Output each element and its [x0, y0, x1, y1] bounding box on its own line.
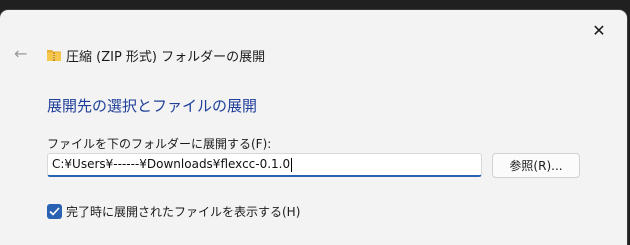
show-files-checkbox[interactable]	[47, 204, 62, 219]
text-caret	[291, 157, 293, 172]
section-heading: 展開先の選択とファイルの展開	[47, 97, 258, 115]
close-icon[interactable]: ✕	[583, 16, 615, 44]
browse-button[interactable]: 参照(R)...	[492, 153, 580, 178]
dialog-header: ← 圧縮 (ZIP 形式) フォルダーの展開	[0, 44, 627, 68]
path-label: ファイルを下のフォルダーに展開する(F):	[47, 137, 272, 151]
destination-path-value: C:¥Users¥------¥Downloads¥flexcc-0.1.0	[52, 157, 291, 171]
dialog-title: 圧縮 (ZIP 形式) フォルダーの展開	[66, 50, 266, 65]
zip-folder-icon	[46, 47, 62, 66]
checkmark-icon	[49, 207, 60, 216]
extract-dialog: ✕ ← 圧縮 (ZIP 形式) フォルダーの展開 展開先の選択とファイルの展開 …	[0, 10, 627, 245]
back-arrow-icon[interactable]: ←	[14, 44, 34, 64]
destination-path-input[interactable]: C:¥Users¥------¥Downloads¥flexcc-0.1.0	[47, 153, 482, 177]
show-files-label[interactable]: 完了時に展開されたファイルを表示する(H)	[66, 203, 300, 220]
